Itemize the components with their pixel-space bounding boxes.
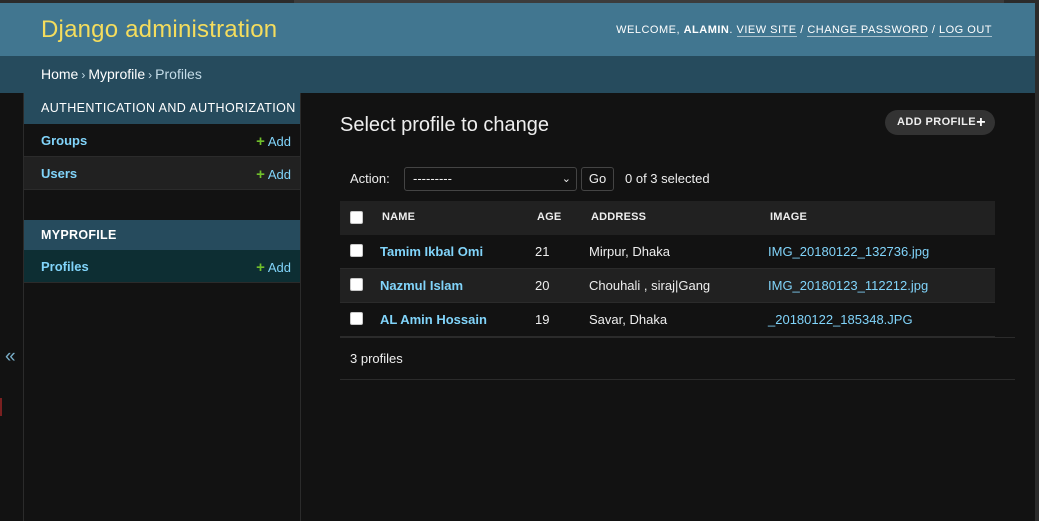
profile-name-link[interactable]: Nazmul Islam	[380, 278, 463, 293]
breadcrumb-current: Profiles	[155, 66, 202, 82]
column-header-image[interactable]: IMAGE	[770, 211, 807, 223]
table-row: AL Amin Hossain 19 Savar, Dhaka _2018012…	[340, 303, 995, 337]
main-content: Select profile to change Add profile + A…	[301, 93, 1035, 521]
add-label: Add	[267, 260, 291, 275]
table-row: Tamim Ikbal Omi 21 Mirpur, Dhaka IMG_201…	[340, 235, 995, 269]
breadcrumb-home[interactable]: Home	[41, 66, 78, 82]
table-row: Nazmul Islam 20 Chouhali , siraj|Gang IM…	[340, 269, 995, 303]
profile-image-link[interactable]: _20180122_185348.JPG	[768, 312, 913, 327]
add-label: Add	[267, 167, 291, 182]
column-header-name[interactable]: NAME	[382, 211, 415, 223]
log-out-link[interactable]: Log out	[938, 24, 992, 37]
result-count: 3 profiles	[350, 351, 403, 366]
user-tools-separator: /	[931, 24, 936, 36]
row-checkbox[interactable]	[350, 244, 363, 257]
add-icon: +	[256, 166, 265, 183]
add-profile-label: Add profile	[897, 116, 976, 128]
table-header: NAME AGE ADDRESS IMAGE	[340, 201, 995, 236]
welcome-text: Welcome,	[616, 24, 681, 36]
add-users-link[interactable]: + Add	[256, 166, 291, 183]
profile-address: Savar, Dhaka	[589, 312, 668, 327]
module-caption-auth[interactable]: Authentication and Authorization	[24, 93, 300, 124]
profile-image-link[interactable]: IMG_20180122_132736.jpg	[768, 244, 929, 259]
action-selected-value: ---------	[413, 171, 452, 186]
action-select[interactable]: --------- ⌄	[404, 167, 577, 191]
change-password-link[interactable]: Change password	[807, 24, 929, 37]
sidebar-item-users: Users + Add	[24, 157, 300, 190]
site-name[interactable]: Django administration	[41, 16, 277, 44]
sidebar-toggle-column: «	[0, 93, 24, 521]
sidebar-toggle-icon[interactable]: «	[5, 346, 16, 368]
user-tools: Welcome, alamin. View site / Change pass…	[616, 24, 992, 37]
column-header-age[interactable]: AGE	[537, 211, 561, 223]
profile-address: Chouhali , siraj|Gang	[589, 278, 711, 293]
selection-counter: 0 of 3 selected	[625, 171, 710, 186]
sidebar-item-label[interactable]: Profiles	[41, 259, 89, 274]
add-groups-link[interactable]: + Add	[256, 133, 291, 150]
add-icon: +	[256, 133, 265, 150]
view-site-link[interactable]: View site	[736, 24, 797, 37]
breadcrumb-separator: ›	[148, 68, 153, 82]
breadcrumb-separator: ›	[81, 68, 86, 82]
select-all-checkbox[interactable]	[350, 211, 363, 224]
profile-age: 20	[535, 278, 550, 293]
chevron-down-icon: ⌄	[561, 173, 571, 185]
plus-icon: +	[976, 114, 986, 131]
window-right-edge	[1035, 0, 1039, 521]
action-label: Action:	[350, 171, 390, 186]
profile-name-link[interactable]: Tamim Ikbal Omi	[380, 244, 483, 259]
profile-name-link[interactable]: AL Amin Hossain	[380, 312, 487, 327]
profile-image-link[interactable]: IMG_20180123_112212.jpg	[768, 278, 928, 293]
add-profiles-link[interactable]: + Add	[256, 259, 291, 276]
add-profile-button[interactable]: Add profile +	[885, 110, 995, 135]
column-header-address[interactable]: ADDRESS	[591, 211, 646, 223]
sidebar-item-profiles: Profiles + Add	[24, 250, 300, 283]
username: alamin	[683, 24, 730, 36]
header: Django administration Welcome, alamin. V…	[0, 3, 1039, 56]
profile-age: 19	[535, 312, 550, 327]
add-label: Add	[267, 134, 291, 149]
row-checkbox[interactable]	[350, 278, 363, 291]
nav-sidebar: Authentication and Authorization Groups …	[24, 93, 301, 521]
module-caption-myprofile[interactable]: MYPROFILE	[24, 220, 300, 250]
breadcrumb: Home › Myprofile › Profiles	[0, 56, 1039, 93]
profile-age: 21	[535, 244, 550, 259]
sidebar-item-groups: Groups + Add	[24, 124, 300, 157]
sidebar-item-label[interactable]: Users	[41, 166, 77, 181]
row-checkbox[interactable]	[350, 312, 363, 325]
paginator: 3 profiles	[340, 337, 1015, 380]
page-title: Select profile to change	[340, 114, 550, 136]
profile-address: Mirpur, Dhaka	[589, 244, 670, 259]
breadcrumb-app[interactable]: Myprofile	[88, 66, 145, 82]
go-button[interactable]: Go	[581, 167, 614, 191]
sidebar-item-label[interactable]: Groups	[41, 133, 87, 148]
add-icon: +	[256, 259, 265, 276]
left-edge-marker	[0, 398, 2, 416]
user-tools-separator: /	[800, 24, 804, 36]
